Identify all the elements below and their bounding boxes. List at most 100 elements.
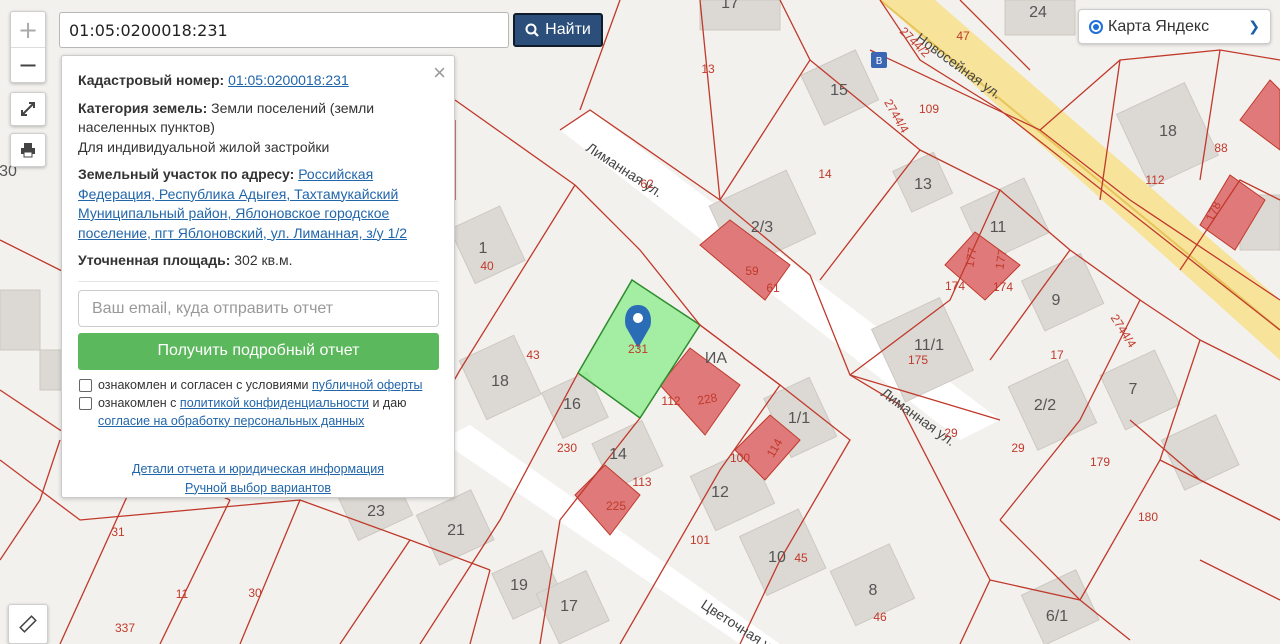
personal-data-consent-link[interactable]: согласие на обработку персональных данны… (98, 414, 364, 428)
house-number-18: 18 (1159, 123, 1177, 140)
parcel-number-40: 40 (480, 259, 494, 273)
manual-choice-link[interactable]: Ручной выбор вариантов (78, 479, 438, 498)
print-icon (21, 143, 35, 158)
parcel-number-231: 231 (628, 342, 648, 356)
house-number-15: 15 (830, 82, 848, 99)
parcel-number-337: 337 (115, 621, 135, 635)
parcel-number-174: 174 (993, 280, 1013, 294)
house-number-13: 13 (914, 176, 932, 193)
get-report-button[interactable]: Получить подробный отчет (78, 332, 439, 370)
report-details-link[interactable]: Детали отчета и юридическая информация (78, 460, 438, 479)
area-row: Уточненная площадь: 302 кв.м. (78, 251, 438, 271)
cadastral-label: Кадастровый номер: (78, 72, 225, 88)
parcel-number-180: 180 (1138, 510, 1158, 524)
house-number-8: 8 (869, 582, 878, 599)
house-number-23: 23 (367, 503, 385, 520)
svg-text:B: B (876, 56, 883, 67)
parcel-number-62: 62 (640, 177, 654, 191)
bottom-links: Детали отчета и юридическая информация Р… (78, 460, 438, 498)
parcel-number-179: 179 (1090, 455, 1110, 469)
house-number-2/2: 2/2 (1034, 397, 1056, 414)
zoom-in-button[interactable]: + (11, 13, 45, 48)
fullscreen-button[interactable] (10, 92, 46, 126)
expand-icon (21, 102, 35, 116)
category-label: Категория земель: (78, 99, 208, 116)
category-row: Категория земель: Земли поселений (земли… (78, 99, 438, 138)
radio-icon (1089, 19, 1103, 34)
parcel-number-175: 175 (908, 353, 928, 367)
map-layer-label: Карта Яндекс (1108, 17, 1210, 35)
offer-checkbox[interactable] (79, 378, 92, 392)
area-label: Уточненная площадь: (78, 252, 231, 268)
parcel-number-109: 109 (919, 102, 939, 116)
parcel-number-13: 13 (701, 62, 715, 76)
parcel-number-225: 225 (606, 499, 626, 513)
parcel-number-30: 30 (248, 586, 262, 600)
house-number-18: 18 (491, 373, 509, 390)
zoom-control: + − (10, 11, 46, 83)
house-number-6/1: 6/1 (1046, 608, 1068, 625)
house-number-24: 24 (1029, 4, 1047, 21)
address-label: Земельный участок по адресу: (78, 166, 295, 182)
parcel-number-45: 45 (794, 551, 808, 565)
parcel-number-88: 88 (1214, 141, 1228, 155)
privacy-consent: ознакомлен с политикой конфиденциальност… (78, 394, 438, 430)
house-number-7: 7 (1129, 381, 1138, 398)
house-number-21: 21 (447, 522, 465, 539)
parcel-number-59: 59 (745, 264, 759, 278)
offer-consent: ознакомлен и согласен с условиями публич… (78, 376, 438, 394)
house-number-14: 14 (609, 446, 627, 463)
search-icon (525, 23, 539, 37)
print-button[interactable] (10, 133, 46, 167)
parcel-number-46: 46 (873, 610, 887, 624)
parcel-number-113: 113 (632, 475, 651, 489)
parcel-number-29: 29 (944, 426, 958, 440)
parcel-number-174: 174 (945, 279, 965, 293)
parcel-number-31: 31 (111, 525, 125, 539)
house-number-9: 9 (1052, 292, 1061, 309)
house-number-1/1: 1/1 (788, 410, 810, 427)
parcel-number-43: 43 (526, 348, 540, 362)
privacy-consent-text: ознакомлен с политикой конфиденциальност… (98, 394, 438, 430)
privacy-policy-link[interactable]: политикой конфиденциальности (180, 396, 369, 410)
parcel-number-61: 61 (766, 281, 780, 295)
cadastral-link[interactable]: 01:05:0200018:231 (228, 72, 349, 88)
bus-stop-icon: B (871, 52, 887, 68)
find-button-label: Найти (545, 21, 591, 38)
parcel-number-112: 112 (661, 394, 680, 408)
house-number-12: 12 (711, 484, 729, 501)
house-number-19: 19 (510, 577, 528, 594)
search-input[interactable]: 01:05:0200018:231 (59, 12, 509, 48)
parcel-number-100: 100 (730, 451, 750, 465)
parcel-number-230: 230 (557, 441, 577, 455)
parcel-number-11: 11 (176, 587, 189, 601)
cadastral-row: Кадастровый номер: 01:05:0200018:231 (78, 71, 438, 91)
email-field[interactable]: Ваш email, куда отправить отчет (78, 289, 439, 327)
parcel-number-112: 112 (1145, 173, 1164, 187)
house-number-16: 16 (563, 396, 581, 413)
find-button[interactable]: Найти (513, 13, 603, 47)
house-number-11/1: 11/1 (914, 337, 944, 354)
parcel-number-17: 17 (1050, 348, 1064, 362)
offer-consent-text: ознакомлен и согласен с условиями публич… (98, 376, 422, 394)
privacy-consent-label-a: ознакомлен с (98, 395, 177, 410)
house-number-11: 11 (990, 219, 1007, 236)
parcel-number-47: 47 (956, 29, 970, 43)
address-row: Земельный участок по адресу: Российская … (78, 165, 438, 243)
zoom-out-button[interactable]: − (11, 48, 45, 82)
close-icon[interactable]: × (433, 60, 446, 86)
public-offer-link[interactable]: публичной оферты (312, 378, 422, 392)
parcel-info-panel: × Кадастровый номер: 01:05:0200018:231 К… (61, 55, 455, 498)
parcel-number-29: 29 (1011, 441, 1025, 455)
ruler-button[interactable] (8, 604, 48, 644)
area-value: 302 кв.м. (234, 252, 293, 268)
house-number-17: 17 (560, 598, 578, 615)
offer-consent-label: ознакомлен и согласен с условиями (98, 377, 309, 392)
chevron-down-icon: ❯ (1248, 18, 1260, 34)
privacy-checkbox[interactable] (79, 396, 92, 410)
ruler-icon (19, 615, 37, 633)
house-number-10: 10 (768, 549, 786, 566)
house-number-17: 17 (721, 0, 739, 12)
parcel-number-101: 101 (690, 533, 710, 547)
map-layer-select[interactable]: Карта Яндекс ❯ (1078, 9, 1271, 44)
